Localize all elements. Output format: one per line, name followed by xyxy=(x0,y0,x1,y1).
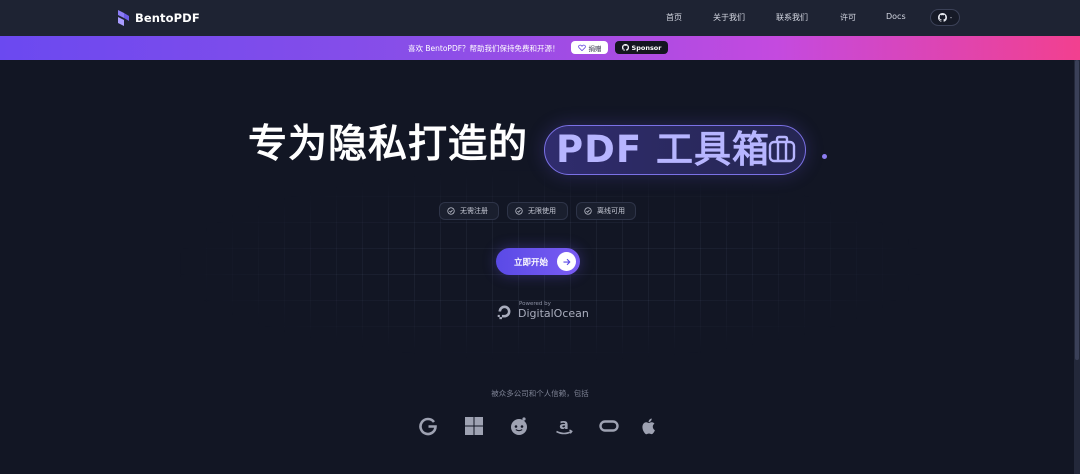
nav-docs[interactable]: Docs xyxy=(886,12,906,21)
scrollbar-thumb[interactable] xyxy=(1075,60,1079,360)
github-star-count: - xyxy=(949,13,953,22)
brand-name: BentoPDF xyxy=(135,11,200,25)
page-scrollbar[interactable] xyxy=(1074,0,1080,474)
get-started-label: 立即开始 xyxy=(514,258,549,268)
oculus-icon xyxy=(599,416,619,436)
hero-title: 专为隐私打造的 xyxy=(248,122,529,167)
nav-contact[interactable]: 联系我们 xyxy=(776,12,808,23)
check-circle-icon xyxy=(584,207,592,215)
arrow-right-icon xyxy=(557,252,576,271)
reddit-icon xyxy=(509,416,529,436)
sponsor-button[interactable]: Sponsor xyxy=(615,41,668,54)
feature-label: 离线可用 xyxy=(597,207,625,215)
digitalocean-icon xyxy=(496,303,513,320)
brand-home-link[interactable]: BentoPDF xyxy=(117,9,200,27)
trusted-by-text: 被众多公司和个人信赖，包括 xyxy=(491,389,589,398)
windows-icon xyxy=(464,416,484,436)
amazon-icon: a xyxy=(554,416,574,436)
toolbox-icon xyxy=(768,134,796,164)
sponsor-banner: 喜欢 BentoPDF？帮助我们保持免费和开源！ 捐赠 Sponsor xyxy=(0,36,1080,60)
github-icon xyxy=(621,44,629,51)
feature-tag-no-signup: 无需注册 xyxy=(439,202,499,220)
get-started-button[interactable]: 立即开始 xyxy=(496,248,580,275)
github-icon xyxy=(937,13,947,22)
google-icon xyxy=(418,416,438,436)
check-circle-icon xyxy=(447,207,455,215)
svg-text:a: a xyxy=(559,417,568,433)
digitalocean-name: DigitalOcean xyxy=(518,307,589,320)
nav-license[interactable]: 许可 xyxy=(840,12,856,23)
feature-tag-unlimited: 无限使用 xyxy=(507,202,568,220)
feature-label: 无需注册 xyxy=(460,207,488,215)
sponsor-label: Sponsor xyxy=(631,43,662,52)
github-button[interactable]: - xyxy=(930,9,960,26)
feature-tag-offline: 离线可用 xyxy=(576,202,636,220)
navbar: BentoPDF 首页 关于我们 联系我们 许可 Docs - xyxy=(0,0,1080,37)
nav-about[interactable]: 关于我们 xyxy=(713,12,745,23)
donate-button[interactable]: 捐赠 xyxy=(571,41,608,54)
check-circle-icon xyxy=(515,207,523,215)
banner-text: 喜欢 BentoPDF？帮助我们保持免费和开源！ xyxy=(408,44,560,53)
donate-label: 捐赠 xyxy=(588,44,602,53)
nav-home[interactable]: 首页 xyxy=(666,12,682,23)
hero-highlight-text: PDF 工具箱 xyxy=(556,128,770,171)
apple-icon xyxy=(639,416,659,436)
heart-icon xyxy=(577,44,586,51)
feature-label: 无限使用 xyxy=(528,207,556,215)
decorative-dot xyxy=(822,154,827,159)
bentopdf-logo-icon xyxy=(117,9,130,27)
